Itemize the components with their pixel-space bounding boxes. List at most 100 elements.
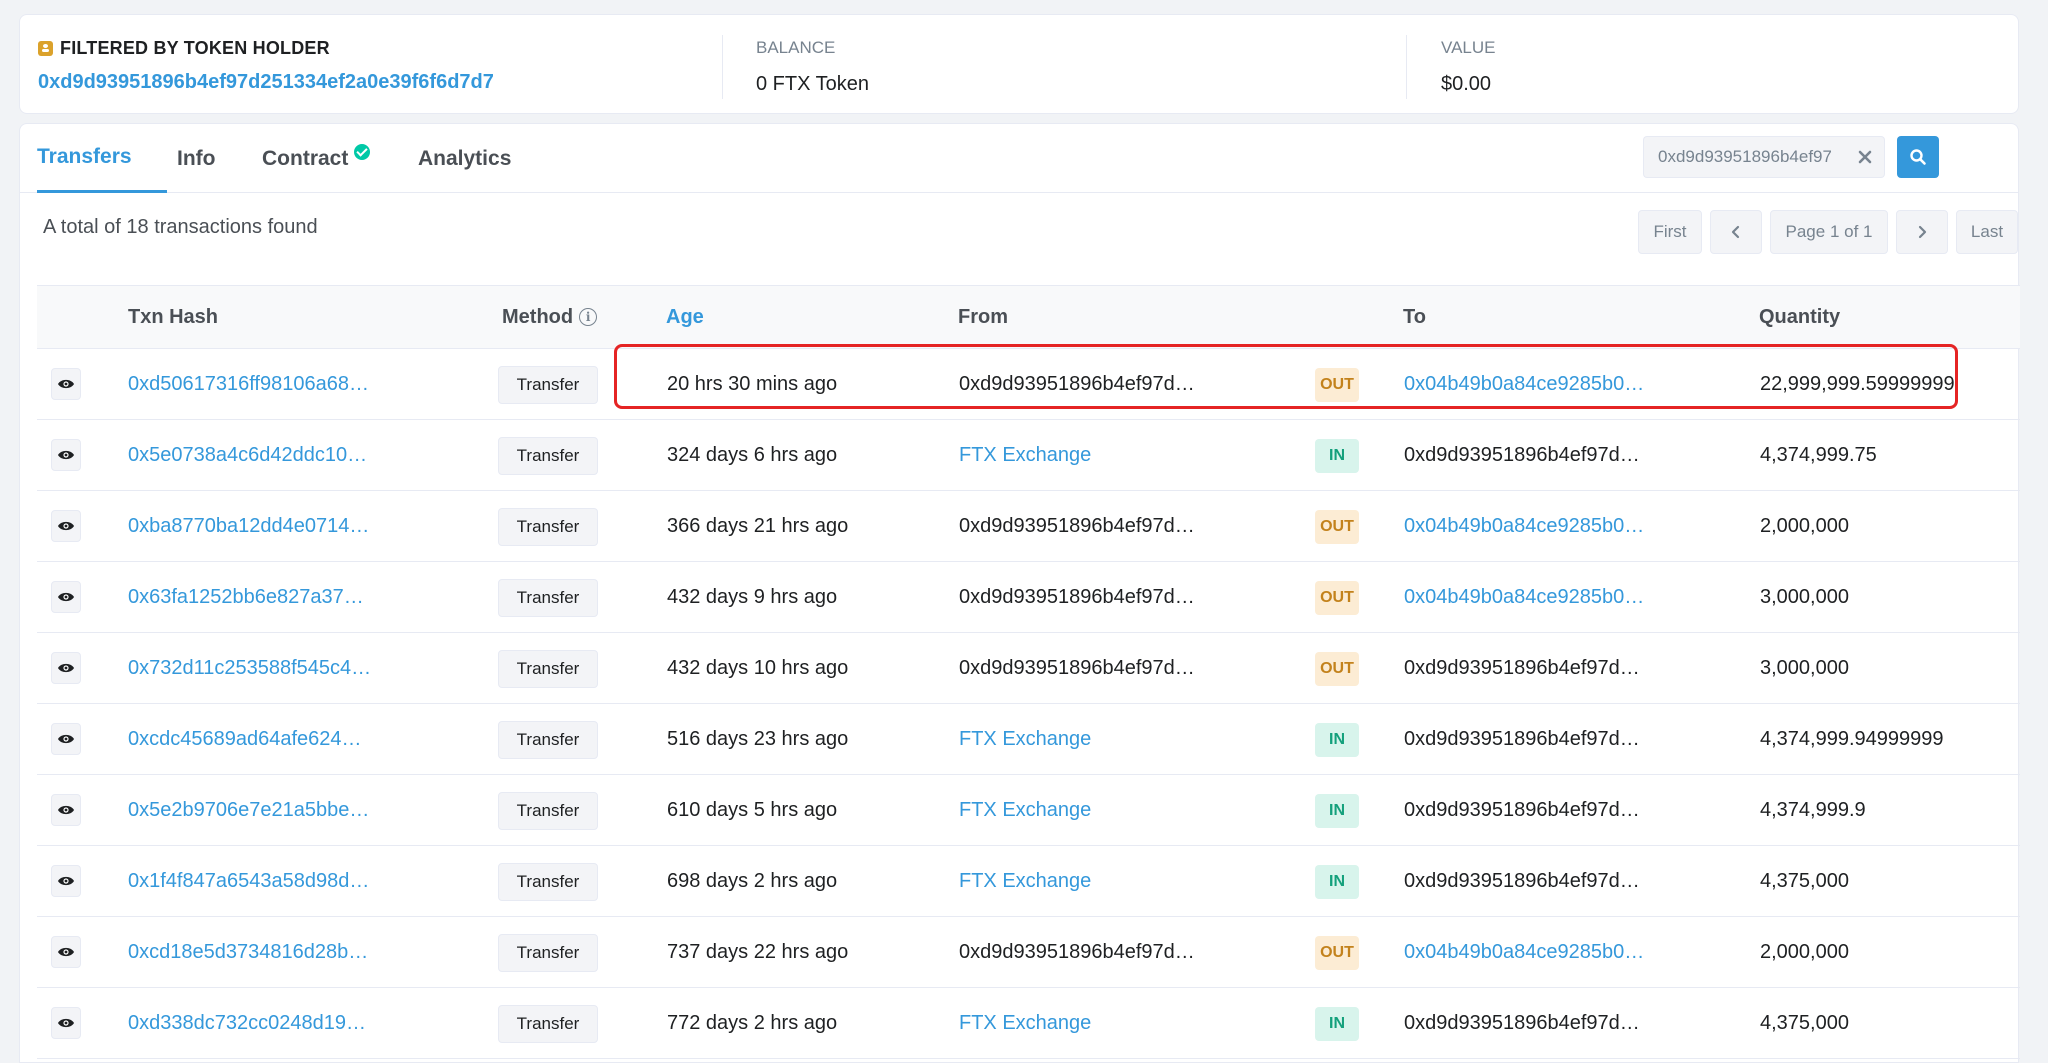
txn-hash-link[interactable]: 0x1f4f847a6543a58d98d…	[128, 846, 369, 916]
method-badge: Transfer	[498, 579, 598, 617]
table-row: 0x732d11c253588f545c4… Transfer 432 days 1…	[37, 633, 2020, 704]
age-text: 610 days 5 hrs ago	[667, 798, 838, 821]
direction-badge: OUT	[1315, 368, 1359, 402]
direction-badge: IN	[1315, 1007, 1359, 1041]
balance-column: BALANCE 0 FTX Token	[722, 35, 1382, 99]
txn-hash-link[interactable]: 0xcd18e5d3734816d28b…	[128, 917, 368, 987]
to-address: 0xd9d93951896b4ef97d…	[1404, 798, 1640, 821]
to-address: 0xd9d93951896b4ef97d…	[1404, 1011, 1640, 1034]
info-icon[interactable]: i	[579, 308, 598, 326]
tab-info[interactable]: Info	[177, 124, 215, 193]
table-row: 0xd338dc732cc0248d19… Transfer 772 days 2 …	[37, 988, 2020, 1059]
tab-transfers[interactable]: Transfers	[37, 124, 167, 193]
transfers-card: Transfers Info Contract Analytics A tota…	[19, 123, 2020, 1063]
to-address: 0xd9d93951896b4ef97d…	[1404, 443, 1640, 466]
col-age[interactable]: Age	[666, 286, 704, 348]
from-address[interactable]: FTX Exchange	[959, 988, 1091, 1058]
table-row: 0x5e2b9706e7e21a5bbe… Transfer 610 days 5 …	[37, 775, 2020, 846]
user-badge-icon	[38, 41, 53, 56]
to-address[interactable]: 0x04b49b0a84ce9285b0…	[1404, 562, 1644, 632]
value-column: VALUE $0.00	[1406, 35, 2006, 99]
quantity-value: 2,000,000	[1760, 940, 1849, 963]
col-method-label: Method	[502, 305, 574, 328]
from-address[interactable]: FTX Exchange	[959, 420, 1091, 490]
txn-hash-link[interactable]: 0x63fa1252bb6e827a37…	[128, 562, 364, 632]
from-address: 0xd9d93951896b4ef97d…	[959, 656, 1195, 679]
table-row: 0xd50617316ff98106a68… Transfer 20 hrs 30 …	[37, 349, 2020, 420]
total-transactions-text: A total of 18 transactions found	[43, 216, 318, 238]
check-circle-icon	[354, 143, 371, 160]
prev-page-button[interactable]	[1710, 210, 1762, 254]
eye-icon[interactable]	[51, 439, 81, 471]
value-label: VALUE	[1441, 38, 1496, 57]
direction-badge: OUT	[1315, 652, 1359, 686]
eye-icon[interactable]	[51, 652, 81, 684]
table-row: 0x1f4f847a6543a58d98d… Transfer 698 days 2…	[37, 846, 2020, 917]
quantity-value: 4,375,000	[1760, 1011, 1849, 1034]
last-page-button[interactable]: Last	[1956, 210, 2018, 254]
tab-transfers-label: Transfers	[37, 145, 132, 168]
to-address[interactable]: 0x04b49b0a84ce9285b0…	[1404, 917, 1644, 987]
chevron-left-icon	[1731, 225, 1740, 239]
eye-icon[interactable]	[51, 794, 81, 826]
table-row: 0xba8770ba12dd4e0714… Transfer 366 days 21…	[37, 491, 2020, 562]
eye-icon[interactable]	[51, 865, 81, 897]
quantity-value: 4,374,999.94999999	[1760, 727, 1944, 750]
direction-badge: IN	[1315, 794, 1359, 828]
pagination: First Page 1 of 1 Last	[1638, 210, 2018, 254]
search-button[interactable]	[1897, 136, 1939, 178]
token-holder-summary: FILTERED BY TOKEN HOLDER 0xd9d93951896b4…	[19, 14, 2019, 114]
eye-icon[interactable]	[51, 1007, 81, 1039]
holder-filter-input[interactable]	[1643, 136, 1845, 178]
tab-analytics[interactable]: Analytics	[418, 124, 511, 193]
col-quantity: Quantity	[1759, 305, 1841, 328]
to-address: 0xd9d93951896b4ef97d…	[1404, 727, 1640, 750]
tab-analytics-label: Analytics	[418, 146, 512, 170]
eye-icon[interactable]	[51, 723, 81, 755]
txn-hash-link[interactable]: 0xcdc45689ad64afe624…	[128, 704, 362, 774]
method-badge: Transfer	[498, 1005, 598, 1043]
eye-icon[interactable]	[51, 368, 81, 400]
from-address: 0xd9d93951896b4ef97d…	[959, 514, 1195, 537]
tab-bar: Transfers Info Contract Analytics	[20, 124, 2018, 193]
method-badge: Transfer	[498, 437, 598, 475]
quantity-value: 4,374,999.9	[1760, 798, 1866, 821]
tab-contract[interactable]: Contract	[262, 124, 371, 193]
col-from: From	[958, 305, 1008, 328]
age-text: 516 days 23 hrs ago	[667, 727, 849, 750]
quantity-value: 4,374,999.75	[1760, 443, 1877, 466]
eye-icon[interactable]	[51, 936, 81, 968]
txn-hash-link[interactable]: 0xd50617316ff98106a68…	[128, 349, 369, 419]
to-address[interactable]: 0x04b49b0a84ce9285b0…	[1404, 349, 1644, 419]
holder-label: FILTERED BY TOKEN HOLDER	[60, 38, 330, 58]
tab-info-label: Info	[177, 146, 216, 170]
quantity-value: 2,000,000	[1760, 514, 1849, 537]
from-address[interactable]: FTX Exchange	[959, 846, 1091, 916]
direction-badge: OUT	[1315, 581, 1359, 615]
eye-icon[interactable]	[51, 510, 81, 542]
txn-hash-link[interactable]: 0x5e2b9706e7e21a5bbe…	[128, 775, 369, 845]
balance-label: BALANCE	[756, 38, 836, 57]
age-text: 432 days 9 hrs ago	[667, 585, 838, 608]
txn-hash-link[interactable]: 0xba8770ba12dd4e0714…	[128, 491, 369, 561]
from-address: 0xd9d93951896b4ef97d…	[959, 372, 1195, 395]
eye-icon[interactable]	[51, 581, 81, 613]
quantity-value: 3,000,000	[1760, 656, 1849, 679]
from-address[interactable]: FTX Exchange	[959, 704, 1091, 774]
from-address[interactable]: FTX Exchange	[959, 775, 1091, 845]
value-amount: $0.00	[1441, 73, 1492, 95]
holder-address-link[interactable]: 0xd9d93951896b4ef97d251334ef2a0e39f6f6d7…	[38, 71, 494, 94]
method-badge: Transfer	[498, 366, 598, 404]
close-icon[interactable]	[1845, 136, 1885, 178]
txn-hash-link[interactable]: 0xd338dc732cc0248d19…	[128, 988, 366, 1058]
table-row: 0xcd18e5d3734816d28b… Transfer 737 days 22…	[37, 917, 2020, 988]
txn-hash-link[interactable]: 0x732d11c253588f545c4…	[128, 633, 371, 703]
next-page-button[interactable]	[1896, 210, 1948, 254]
method-badge: Transfer	[498, 863, 598, 901]
direction-badge: OUT	[1315, 510, 1359, 544]
quantity-value: 4,375,000	[1760, 869, 1849, 892]
first-page-button[interactable]: First	[1638, 210, 1702, 254]
txn-hash-link[interactable]: 0x5e0738a4c6d42ddc10…	[128, 420, 367, 490]
to-address[interactable]: 0x04b49b0a84ce9285b0…	[1404, 491, 1644, 561]
col-to: To	[1403, 305, 1426, 328]
